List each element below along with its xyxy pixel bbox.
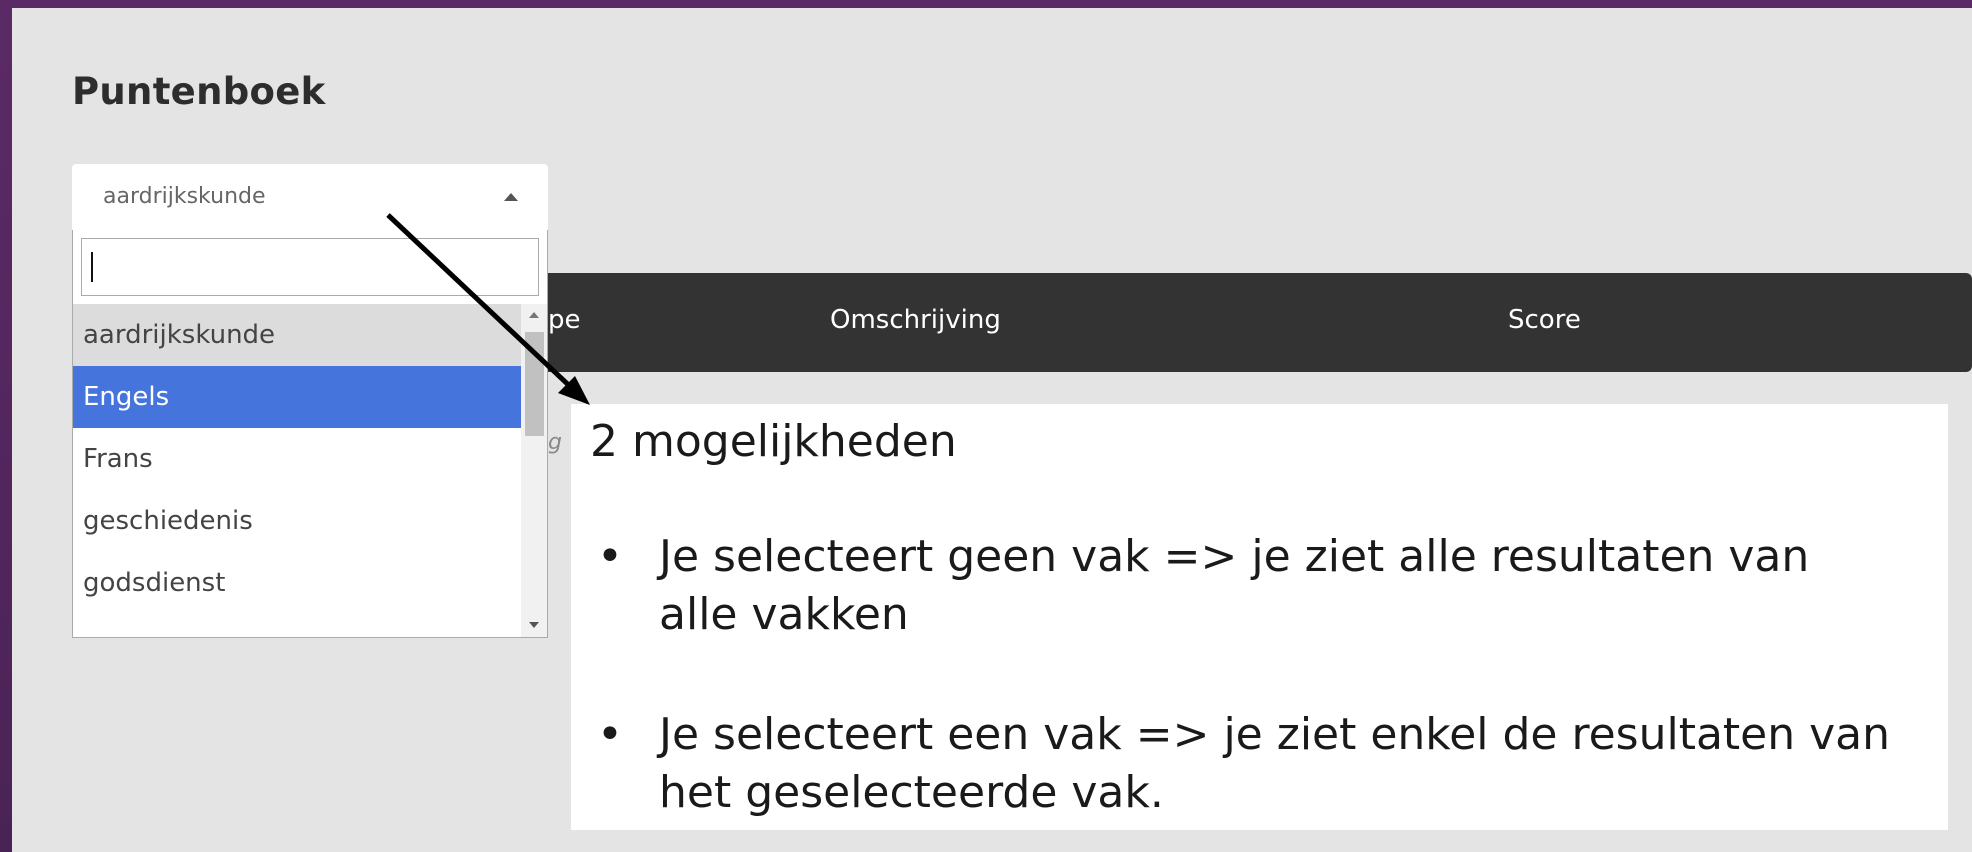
text-caret — [91, 252, 93, 282]
scrollbar-thumb[interactable] — [525, 332, 544, 436]
dropdown-option-geschiedenis[interactable]: geschiedenis — [73, 490, 521, 552]
bullet-icon: • — [597, 531, 623, 582]
annotation-callout: 2 mogelijkheden • Je selecteert geen vak… — [571, 404, 1948, 830]
dropdown-search-input[interactable] — [81, 238, 539, 296]
scroll-down-icon[interactable] — [529, 622, 539, 628]
dropdown-option-aardrijkskunde[interactable]: aardrijkskunde — [73, 304, 521, 366]
column-header-type[interactable]: pe — [548, 305, 581, 335]
column-header-score[interactable]: Score — [1508, 305, 1581, 335]
table-header: pe Omschrijving Score — [548, 273, 1972, 372]
chevron-up-icon[interactable] — [504, 193, 518, 201]
column-header-omschrijving[interactable]: Omschrijving — [830, 305, 1001, 335]
callout-bullet-text: Je selecteert een vak => je ziet enkel d… — [659, 709, 1891, 818]
subject-select-value: aardrijkskunde — [103, 184, 266, 209]
obscured-table-text: g — [548, 430, 562, 455]
bullet-icon: • — [597, 709, 623, 760]
dropdown-options: aardrijkskunde Engels Frans geschiedenis… — [73, 304, 521, 637]
dropdown-scrollbar[interactable] — [521, 304, 547, 637]
dropdown-option-godsdienst[interactable]: godsdienst — [73, 552, 521, 614]
subject-dropdown: aardrijkskunde Engels Frans geschiedenis… — [72, 230, 548, 638]
page-title: Puntenboek — [72, 70, 326, 113]
callout-bullet-text: Je selecteert geen vak => je ziet alle r… — [659, 531, 1810, 640]
scroll-up-icon[interactable] — [529, 312, 539, 318]
callout-title: 2 mogelijkheden — [590, 416, 957, 467]
dropdown-option-engels[interactable]: Engels — [73, 366, 521, 428]
dropdown-option-frans[interactable]: Frans — [73, 428, 521, 490]
subject-select[interactable]: aardrijkskunde — [72, 164, 548, 230]
